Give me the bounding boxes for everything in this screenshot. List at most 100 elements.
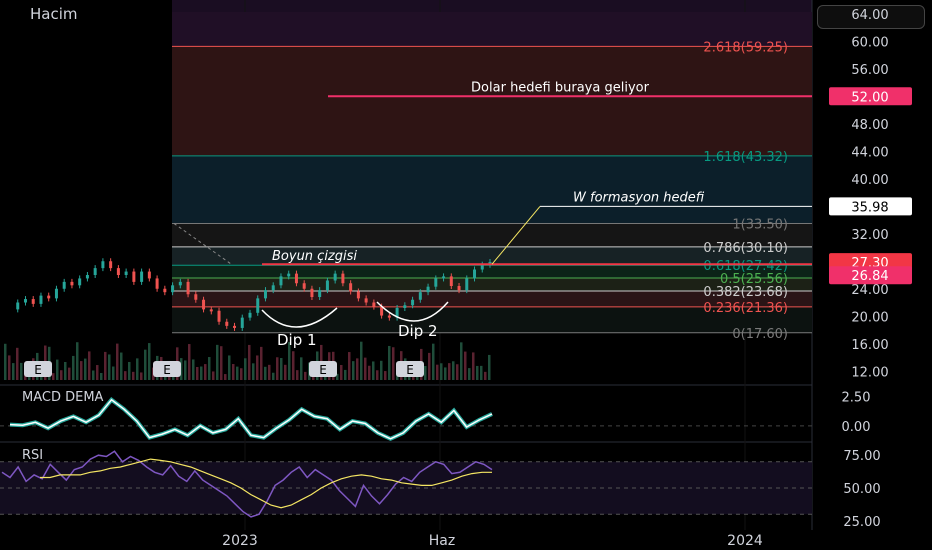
price-candle xyxy=(333,273,337,281)
volume-bar xyxy=(212,371,215,380)
volume-bar xyxy=(80,361,83,380)
price-candle xyxy=(364,298,368,303)
volume-bar xyxy=(440,363,443,380)
time-tick: 2024 xyxy=(727,533,763,549)
price-tag-label: 35.98 xyxy=(851,200,888,215)
volume-bar xyxy=(224,374,227,380)
dip2-label: Dip 2 xyxy=(398,322,438,340)
price-candle xyxy=(263,290,267,299)
fib-label: 0.618(27.42) xyxy=(703,259,788,274)
price-candle xyxy=(287,273,291,277)
fib-label: 0.5(25.56) xyxy=(720,272,788,287)
price-candle xyxy=(147,271,151,279)
fib-label: 1(33.50) xyxy=(732,217,788,232)
price-candle xyxy=(78,278,82,286)
price-candle xyxy=(248,312,252,318)
price-candle xyxy=(124,271,128,275)
fib-label: 0.236(21.36) xyxy=(703,301,788,316)
volume-bar xyxy=(284,364,287,380)
price-candle xyxy=(101,261,105,269)
volume-bar xyxy=(304,371,307,380)
price-candle xyxy=(341,273,345,284)
volume-bar xyxy=(52,373,55,380)
volume-bar xyxy=(148,343,151,380)
price-candle xyxy=(155,278,159,289)
volume-bar xyxy=(464,351,467,380)
price-candle xyxy=(116,268,120,275)
volume-bar xyxy=(360,341,363,380)
volume-bar xyxy=(272,372,275,380)
volume-bar xyxy=(428,352,431,380)
volume-bar xyxy=(140,372,143,380)
volume-bar xyxy=(456,364,459,380)
volume-bar xyxy=(76,342,79,380)
fib-zone xyxy=(172,46,812,156)
price-tag-label: 26.84 xyxy=(851,269,888,284)
dollar-target-label: Dolar hedefi buraya geliyor xyxy=(471,80,650,95)
volume-bar xyxy=(388,345,391,380)
volume-bar xyxy=(268,364,271,380)
volume-bar xyxy=(196,366,199,380)
volume-bar xyxy=(232,364,235,380)
volume-bar xyxy=(60,370,63,380)
volume-bar xyxy=(8,355,11,380)
price-tick: 24.00 xyxy=(851,283,888,298)
volume-bar xyxy=(220,346,223,380)
price-candle xyxy=(473,269,477,279)
volume-bar xyxy=(244,358,247,380)
volume-bar xyxy=(104,351,107,380)
volume-bar xyxy=(280,358,283,380)
volume-bar xyxy=(460,342,463,380)
volume-bar xyxy=(4,343,7,380)
price-candle xyxy=(39,295,43,304)
rsi-tick: 25.00 xyxy=(843,515,880,530)
price-candle xyxy=(449,276,453,286)
fib-label: 0(17.60) xyxy=(732,327,788,342)
price-candle xyxy=(271,285,275,291)
price-candle xyxy=(217,310,221,322)
volume-bar xyxy=(468,368,471,380)
price-tick: 32.00 xyxy=(851,228,888,243)
volume-bar xyxy=(376,370,379,380)
price-candle xyxy=(93,268,97,275)
volume-bar xyxy=(188,344,191,380)
price-candle xyxy=(356,291,360,299)
volume-bar xyxy=(208,357,211,380)
volume-bar xyxy=(12,363,15,380)
price-tick: 48.00 xyxy=(851,118,888,133)
price-candle xyxy=(16,302,20,310)
volume-bar xyxy=(16,347,19,380)
volume-bar xyxy=(252,363,255,380)
volume-bar xyxy=(144,349,147,380)
price-candle xyxy=(387,315,391,318)
volume-bar xyxy=(56,359,59,380)
volume-bar xyxy=(264,366,267,380)
volume-bar xyxy=(88,351,91,380)
price-tick: 20.00 xyxy=(851,310,888,325)
price-candle xyxy=(171,285,175,293)
price-tick: 64.00 xyxy=(851,8,888,23)
price-tick: 44.00 xyxy=(851,145,888,160)
volume-bar xyxy=(300,357,303,380)
price-tick: 56.00 xyxy=(851,63,888,78)
volume-bar xyxy=(200,366,203,380)
price-candle xyxy=(109,261,113,269)
volume-bar xyxy=(448,363,451,380)
volume-bar xyxy=(344,369,347,380)
tradingview-chart: 0(17.60) 0.236(21.36)0.382(23.68)0.5(25.5… xyxy=(0,0,912,549)
volume-bar xyxy=(380,360,383,380)
rsi-tick: 75.00 xyxy=(843,449,880,464)
price-candle xyxy=(31,299,35,304)
volume-bar xyxy=(292,351,295,380)
volume-bar xyxy=(256,355,259,380)
price-candle xyxy=(54,288,58,299)
price-candle xyxy=(186,281,190,295)
price-candle xyxy=(62,281,66,289)
volume-bar xyxy=(424,366,427,380)
earnings-marker-label: E xyxy=(34,363,42,377)
price-candle xyxy=(411,299,415,306)
price-candle xyxy=(465,278,469,291)
volume-bar xyxy=(216,344,219,380)
fib-label: 0.786(30.10) xyxy=(703,241,788,256)
volume-bar xyxy=(248,344,251,380)
